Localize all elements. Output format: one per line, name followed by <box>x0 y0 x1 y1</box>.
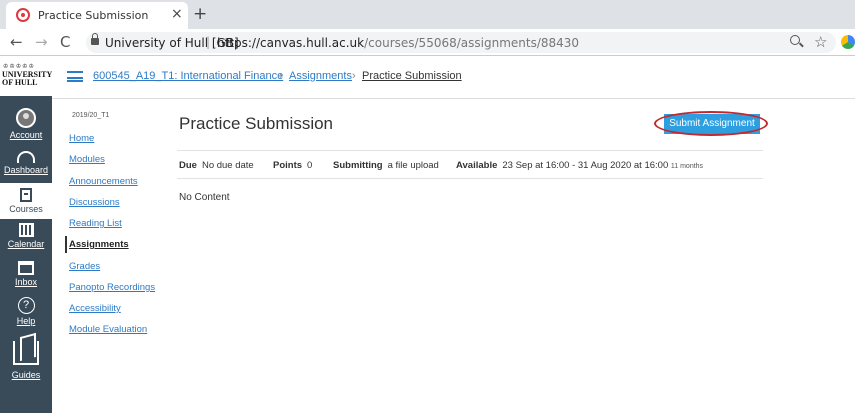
url-separator: | <box>206 35 211 49</box>
chrome-extension-icon[interactable] <box>841 35 855 49</box>
inbox-icon <box>18 261 34 275</box>
submitting-label: Submitting <box>333 160 383 171</box>
due-value: No due date <box>201 160 254 171</box>
zoom-icon[interactable] <box>790 35 800 45</box>
available-note: 11 months <box>670 163 704 170</box>
course-nav-modules[interactable]: Modules <box>69 154 105 165</box>
lock-icon[interactable] <box>91 33 99 45</box>
global-nav-dashboard[interactable]: Dashboard <box>0 151 52 175</box>
available-label: Available <box>456 160 498 171</box>
breadcrumb-separator: › <box>279 70 283 82</box>
breadcrumb-current[interactable]: Practice Submission <box>362 70 462 82</box>
new-tab-button[interactable]: + <box>193 4 207 24</box>
available-value: 23 Sep at 16:00 - 31 Aug 2020 at 16:00 <box>502 160 669 171</box>
forward-arrow-icon[interactable]: → <box>35 33 48 51</box>
assignment-body: No Content <box>179 192 230 203</box>
global-nav-guides[interactable]: Guides <box>0 341 52 380</box>
global-nav-label: Inbox <box>14 277 38 287</box>
points-label: Points <box>273 160 303 171</box>
avatar-icon <box>16 108 36 128</box>
breadcrumb-separator: › <box>352 70 356 82</box>
course-nav-announcements[interactable]: Announcements <box>69 176 138 187</box>
course-nav-assignments[interactable]: Assignments <box>69 239 129 250</box>
global-nav-label: Account <box>9 130 43 140</box>
global-nav-label: Help <box>16 316 36 326</box>
active-indicator <box>65 236 67 253</box>
course-nav-grades[interactable]: Grades <box>69 261 100 272</box>
details-bottom-divider <box>177 178 763 179</box>
dashboard-icon <box>17 151 35 163</box>
course-nav-home[interactable]: Home <box>69 133 94 144</box>
page-title: Practice Submission <box>179 114 334 133</box>
reload-icon[interactable]: C <box>60 33 70 51</box>
browser-tab[interactable]: Practice Submission × <box>6 2 188 29</box>
global-nav-calendar[interactable]: Calendar <box>0 223 52 249</box>
global-navigation: ♔♔♔♔♔ UNIVERSITY OF HULL Account Dashboar… <box>0 56 52 413</box>
highlight-ring <box>654 111 768 136</box>
global-nav-account[interactable]: Account <box>0 108 52 140</box>
submitting-value: a file upload <box>387 160 439 171</box>
due-field: Due No due date <box>179 160 254 171</box>
points-value: 0 <box>307 160 313 171</box>
course-nav-reading-list[interactable]: Reading List <box>69 218 122 229</box>
url-text[interactable]: https://canvas.hull.ac.uk/courses/55068/… <box>217 36 579 50</box>
details-top-divider <box>177 150 763 151</box>
breadcrumb-course[interactable]: 600545_A19_T1: International Finance <box>93 70 283 82</box>
global-nav-inbox[interactable]: Inbox <box>0 261 52 287</box>
help-icon: ? <box>17 297 35 314</box>
global-nav-label: Courses <box>9 204 43 214</box>
global-nav-courses[interactable]: Courses <box>0 183 52 219</box>
header-divider <box>52 98 855 99</box>
due-label: Due <box>179 160 197 171</box>
logo-line-2: OF HULL <box>2 78 38 87</box>
guides-icon <box>13 341 39 365</box>
back-arrow-icon[interactable]: ← <box>10 33 23 51</box>
submitting-field: Submitting a file upload <box>333 160 439 171</box>
url-host: https://canvas.hull.ac.uk <box>217 36 365 50</box>
university-logo[interactable]: ♔♔♔♔♔ UNIVERSITY OF HULL <box>0 56 52 96</box>
bookmark-star-icon[interactable]: ☆ <box>814 33 827 51</box>
global-nav-label: Dashboard <box>3 165 49 175</box>
course-nav-discussions[interactable]: Discussions <box>69 197 120 208</box>
browser-tab-bar: Practice Submission × + <box>0 0 855 29</box>
hamburger-menu-icon[interactable] <box>67 71 83 82</box>
course-nav-accessibility[interactable]: Accessibility <box>69 303 121 314</box>
points-field: Points 0 <box>273 160 312 171</box>
logo-text: UNIVERSITY OF HULL <box>2 71 52 87</box>
course-nav-panopto-recordings[interactable]: Panopto Recordings <box>69 282 155 293</box>
courses-icon <box>20 188 32 202</box>
calendar-icon <box>18 223 34 237</box>
term-label: 2019/20_T1 <box>72 112 110 119</box>
crest-icon: ♔♔♔♔♔ <box>3 64 35 70</box>
url-path: /courses/55068/assignments/88430 <box>364 36 580 50</box>
breadcrumb-assignments[interactable]: Assignments <box>289 70 352 82</box>
global-nav-label: Guides <box>11 370 41 380</box>
course-nav-module-evaluation[interactable]: Module Evaluation <box>69 324 147 335</box>
tab-title: Practice Submission <box>38 9 149 22</box>
global-nav-help[interactable]: ? Help <box>0 297 52 326</box>
browser-address-bar: ← → C University of Hull [GB] | https://… <box>0 29 855 56</box>
available-field: Available 23 Sep at 16:00 - 31 Aug 2020 a… <box>456 160 703 171</box>
canvas-favicon-icon <box>16 8 30 22</box>
global-nav-label: Calendar <box>7 239 45 249</box>
close-tab-icon[interactable]: × <box>171 6 183 22</box>
